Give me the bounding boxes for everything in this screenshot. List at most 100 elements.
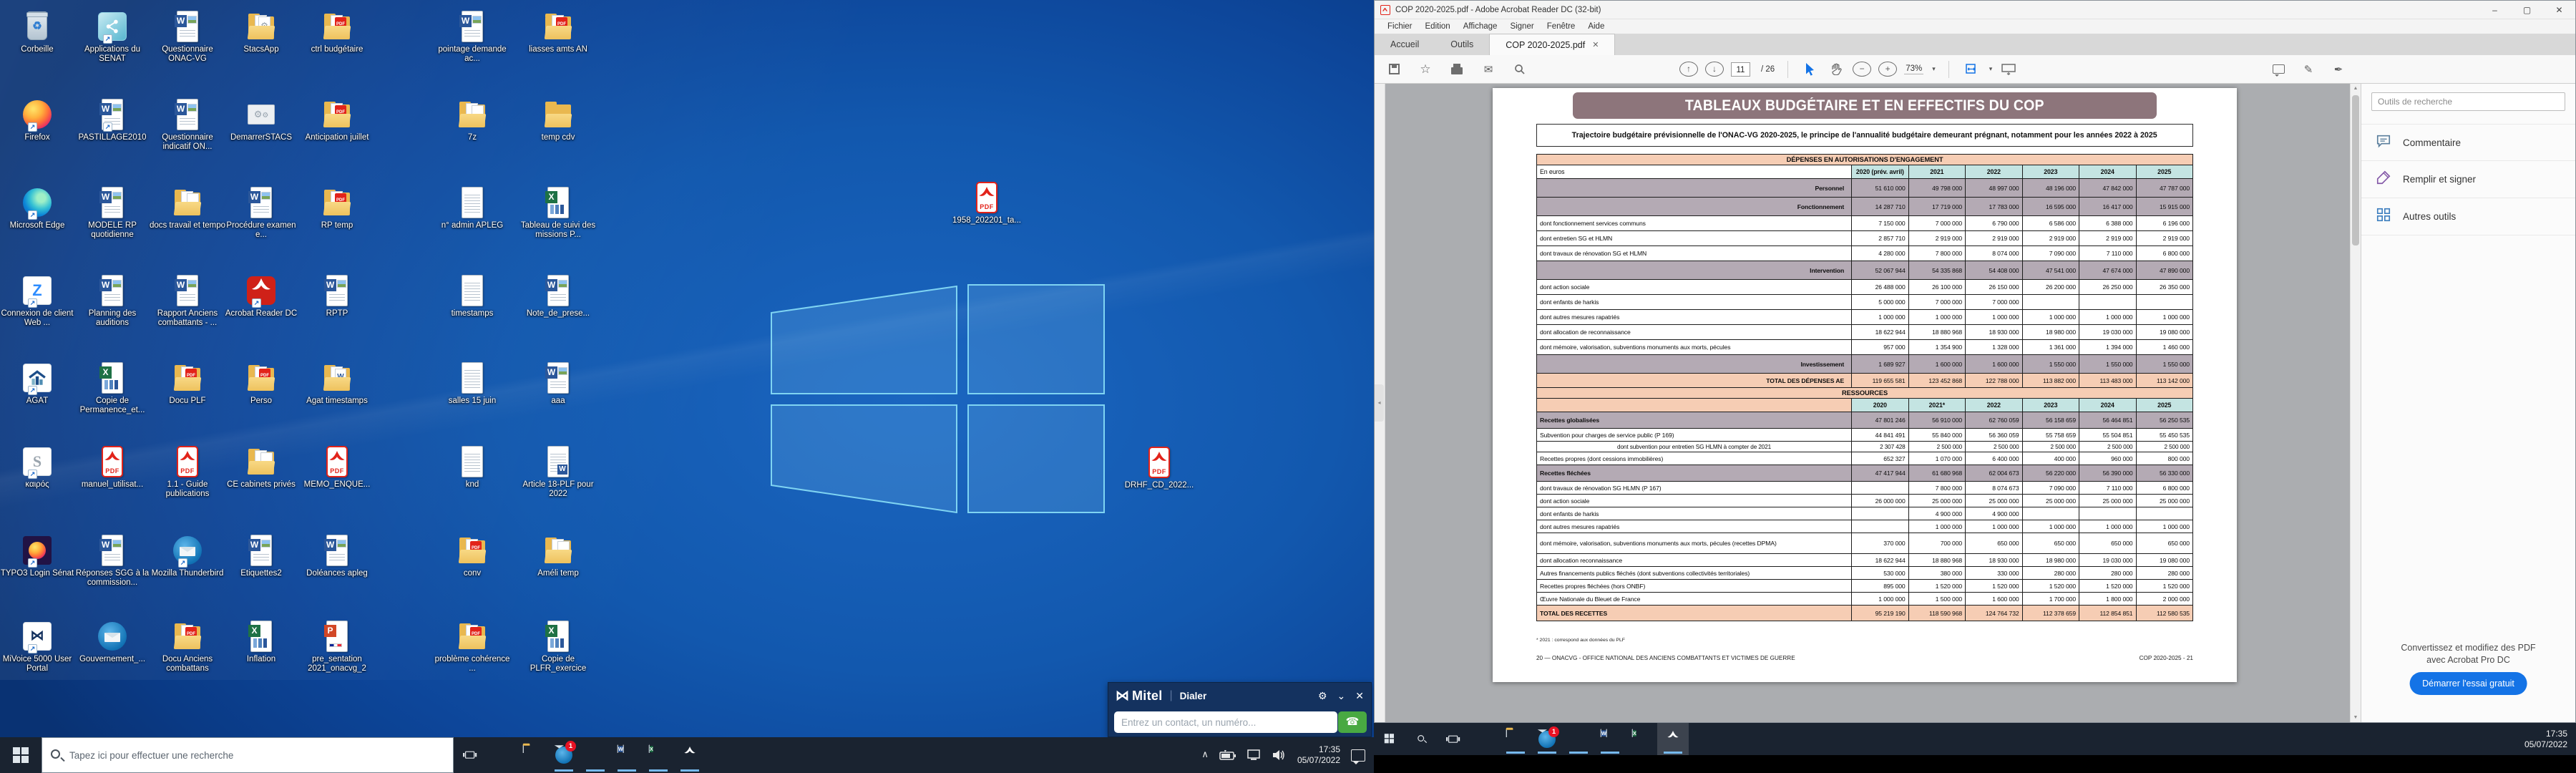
desktop-icon-docs-travail-et-tempo[interactable]: docs travail et tempo [148,186,227,230]
scroll-up-icon[interactable]: ▲ [2351,86,2361,91]
desktop-icon-questionnaire-indicatif-on[interactable]: WQuestionnaire indicatif ON... [148,98,227,152]
close-button[interactable]: ✕ [2543,1,2575,19]
desktop-icon-dol-ances-apleg[interactable]: WDoléances apleg [298,534,376,578]
desktop-icon-applications-du-senat[interactable]: ↗Applications du SENAT [73,10,152,64]
panel-item-autres-outils[interactable]: Autres outils [2361,198,2575,235]
battery-icon[interactable] [1219,750,1236,760]
desktop-icon-drhf-cd-2022[interactable]: PDFDRHF_CD_2022... [1120,446,1199,490]
tray-expand-icon[interactable]: ∧ [1201,749,1209,760]
print-button[interactable] [1448,59,1466,79]
desktop-icon-copie-de-permanence-et[interactable]: XCopie de Permanence_et... [73,361,152,415]
volume-icon[interactable] [1272,749,1287,761]
desktop-icon-7z[interactable]: 7z [433,98,512,142]
taskbar-app-taskview[interactable] [454,737,485,773]
desktop-icon-corbeille[interactable]: ♻Corbeille [0,10,77,54]
maximize-button[interactable]: ▢ [2511,1,2543,19]
mitel-titlebar[interactable]: ⋈ Mitel | Dialer ⚙ ⌄ ✕ [1108,683,1371,709]
document-area[interactable]: TABLEAUX BUDGÉTAIRE ET EN EFFECTIFS DU C… [1385,84,2350,722]
desktop-icon-pre-sentation-2021-onacvg-2[interactable]: Ppre_sentation 2021_onacvg_2 [298,620,376,674]
mitel-dial-input[interactable] [1114,711,1337,733]
select-tool-button[interactable] [1801,59,1820,79]
sign-tool-icon[interactable]: ✒ [2329,59,2348,79]
desktop-icon-knd[interactable]: knd [433,445,512,490]
zoom-out-button[interactable]: − [1853,62,1871,77]
save-button[interactable] [1385,59,1403,79]
menu-fichier[interactable]: Fichier [1382,21,1418,32]
scroll-down-icon[interactable]: ▼ [2351,715,2361,720]
panel-item-remplir-et-signer[interactable]: Remplir et signer [2361,161,2575,198]
desktop-icon-etiquettes2[interactable]: WEtiquettes2 [222,534,301,578]
hand-tool-button[interactable] [1827,59,1845,79]
desktop-icon-aaa[interactable]: Waaa [519,361,597,406]
desktop-icon-am-li-temp[interactable]: Améli temp [519,534,597,578]
taskbar-right-clock[interactable]: 17:35 05/07/2022 [2524,729,2567,750]
page-number-field[interactable]: 11 [1731,62,1750,77]
desktop-icon-mozilla-thunderbird[interactable]: ↗Mozilla Thunderbird [148,534,227,578]
desktop-icon-proc-dure-examen-e[interactable]: WProcédure examen e... [222,186,301,240]
desktop-icon-manuel-utilisat[interactable]: PDFmanuel_utilisat... [73,445,152,490]
desktop-icon-docu-anciens-combattans[interactable]: PDFDocu Anciens combattans [148,620,227,674]
desktop-icon-rapport-anciens-combattants[interactable]: WRapport Anciens combattants - ... [148,274,227,328]
desktop-icon-modele-rp-quotidienne[interactable]: WMODELE RP quotidienne [73,186,152,240]
desktop-icon-ctrl-budg-taire[interactable]: PDFctrl budgétaire [298,10,376,54]
desktop-icon-liasses-amts-an[interactable]: PDFliasses amts AN [519,10,597,54]
fit-width-button[interactable] [1962,59,1981,79]
taskbar-clock[interactable]: 17:35 05/07/2022 [1297,744,1340,766]
desktop-icon-perso[interactable]: PDFPerso [222,361,301,406]
mitel-settings-icon[interactable]: ⚙ [1318,690,1327,702]
vertical-scrollbar[interactable]: ▲ ▼ [2350,84,2361,722]
desktop-icon-mivoice-5000-user-portal[interactable]: ⋈↗MiVoice 5000 User Portal [0,620,77,674]
fit-dropdown-icon[interactable]: ▾ [1989,65,1993,73]
menu-edition[interactable]: Edition [1420,21,1456,32]
pencil-tool-icon[interactable]: ✎ [2299,59,2318,79]
tab-accueil[interactable]: Accueil [1375,34,1435,55]
menu-fen-tre[interactable]: Fenêtre [1541,21,1581,32]
taskbar-app-explorer[interactable] [517,737,548,773]
desktop-icon-acrobat-reader-dc[interactable]: ↗Acrobat Reader DC [222,274,301,319]
desktop-icon-typo3-login-s-nat[interactable]: ↗TYPO3 Login Sénat [0,534,77,578]
menu-signer[interactable]: Signer [1504,21,1539,32]
acrobat-titlebar[interactable]: COP 2020-2025.pdf - Adobe Acrobat Reader… [1375,1,2575,19]
next-page-button[interactable]: ↓ [1705,62,1724,77]
nav-pane-handle[interactable]: ◂ [1375,384,1384,422]
desktop-icon-pointage-demande-ac[interactable]: Wpointage demande ac... [433,10,512,64]
mitel-call-button[interactable]: ☎ [1338,711,1367,733]
star-button[interactable]: ☆ [1416,59,1435,79]
desktop-icon-gouvernement[interactable]: Gouvernement_... [73,620,152,664]
desktop-icon-docu-plf[interactable]: PDFDocu PLF [148,361,227,406]
desktop-icon-stacsapp[interactable]: ⚙StacsApp [222,10,301,54]
mitel-minimize-icon[interactable]: ⌄ [1337,690,1346,702]
taskbar-app-acrobat[interactable] [1657,723,1689,755]
tab-document[interactable]: COP 2020-2025.pdf ✕ [1489,34,1615,55]
desktop-icon-item[interactable]: S↗καιρός [0,445,77,490]
mail-button[interactable]: ✉ [1479,59,1498,79]
taskbar-app-firefox[interactable] [580,737,611,773]
desktop-icon-r-ponses-sgg-la-commission[interactable]: WRéponses SGG à la commission... [73,534,152,588]
desktop-icon-firefox[interactable]: ↗Firefox [0,98,77,142]
taskbar-app-edge[interactable] [485,737,517,773]
scrollbar-thumb[interactable] [2352,95,2359,245]
desktop-icon-note-de-prese[interactable]: WNote_de_prese... [519,274,597,319]
desktop-icon-demarrerstacs[interactable]: ⚙⚙DemarrerSTACS [222,98,301,142]
desktop-icon-anticipation-juillet[interactable]: PDFAnticipation juillet [298,98,376,142]
taskbar-app-excel[interactable]: X [1626,723,1657,755]
taskbar-app-taskview[interactable] [1437,723,1468,755]
find-button[interactable] [1511,59,1529,79]
taskbar-app-start[interactable] [1374,723,1405,755]
page-display-button[interactable] [1999,59,2018,79]
desktop-icon-article-18-plf-pour-2022[interactable]: WArticle 18-PLF pour 2022 [519,445,597,499]
desktop-icon-pastillage2010[interactable]: W↗PASTILLAGE2010 [73,98,152,142]
desktop-icon-timestamps[interactable]: timestamps [433,274,512,319]
desktop-icon-rp-temp[interactable]: PDFRP temp [298,186,376,230]
taskbar-app-word[interactable]: W [611,737,643,773]
taskbar-app-word[interactable]: W [1594,723,1626,755]
desktop-icon-connexion-de-client-web[interactable]: Z↗Connexion de client Web ... [0,274,77,328]
start-trial-button[interactable]: Démarrer l'essai gratuit [2409,672,2527,695]
comment-tool-icon[interactable] [2269,59,2288,79]
desktop-icon-temp-cdv[interactable]: temp cdv [519,98,597,142]
tools-search-input[interactable] [2371,92,2565,111]
desktop-icon-agat-timestamps[interactable]: WAgat timestamps [298,361,376,406]
taskbar-search[interactable] [42,737,454,773]
tab-outils[interactable]: Outils [1435,34,1489,55]
mitel-close-icon[interactable]: ✕ [1355,690,1364,702]
